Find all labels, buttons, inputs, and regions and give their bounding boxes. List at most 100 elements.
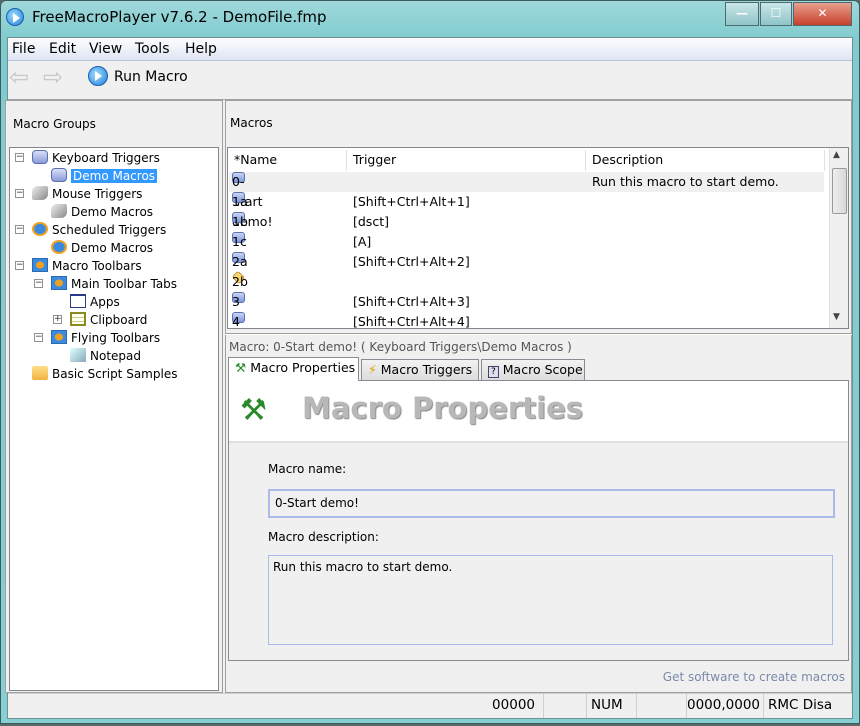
- menu-help[interactable]: Help: [185, 41, 217, 57]
- macro-groups-tree[interactable]: Keyboard Triggers − Demo Macros Mouse Trigg…: [9, 147, 219, 691]
- folder-icon: [32, 366, 48, 380]
- tree-item-label: Main Toolbar Tabs: [71, 277, 178, 291]
- tree-item[interactable]: Basic Script Samples: [32, 365, 177, 383]
- tree-item-label: Flying Toolbars: [71, 331, 161, 345]
- macro-name: 1a: [232, 194, 248, 209]
- column-header-trigger[interactable]: Trigger: [347, 150, 586, 171]
- column-header-description[interactable]: Description: [586, 150, 825, 171]
- expand-icon[interactable]: +: [53, 315, 62, 324]
- tools-icon: ⚒: [240, 393, 267, 428]
- cell-trigger: [dsct]: [353, 214, 389, 229]
- table-row[interactable]: 1b [dsct]: [229, 212, 824, 232]
- tree-item-label: Notepad: [90, 349, 141, 363]
- scroll-thumb[interactable]: [832, 168, 847, 214]
- table-row[interactable]: 4 [Shift+Ctrl+Alt+4]: [229, 312, 824, 332]
- collapse-icon[interactable]: −: [15, 189, 24, 198]
- macro-groups-title: Macro Groups: [13, 117, 96, 131]
- table-row[interactable]: 1c [A]: [229, 232, 824, 252]
- macro-description-textarea[interactable]: Run this macro to start demo.: [268, 555, 833, 645]
- tree-item[interactable]: Mouse Triggers: [32, 185, 142, 203]
- collapse-icon[interactable]: −: [15, 153, 24, 162]
- menu-edit[interactable]: Edit: [49, 41, 76, 57]
- macro-caption: Macro: 0-Start demo! ( Keyboard Triggers…: [229, 340, 572, 354]
- close-button[interactable]: ✕: [793, 2, 852, 26]
- tree-item[interactable]: Scheduled Triggers: [32, 221, 166, 239]
- tree-item-label: Keyboard Triggers: [52, 151, 160, 165]
- tab-label: Macro Scope: [502, 362, 583, 377]
- run-macro-button[interactable]: Run Macro: [114, 69, 188, 85]
- tree-item[interactable]: Apps: [70, 293, 120, 311]
- tree-item-label: Apps: [90, 295, 120, 309]
- cell-description: Run this macro to start demo.: [592, 174, 779, 189]
- column-header-name[interactable]: *Name: [228, 150, 347, 171]
- tree-item[interactable]: Flying Toolbars: [51, 329, 160, 347]
- tree-item[interactable]: Main Toolbar Tabs: [51, 275, 177, 293]
- alarm-clock-icon: [51, 240, 67, 254]
- keyboard-icon: [51, 168, 67, 182]
- tree-item[interactable]: Macro Toolbars: [32, 257, 142, 275]
- toolbar-icon: [51, 330, 67, 344]
- maximize-button[interactable]: ☐: [760, 2, 792, 26]
- alarm-clock-icon: [32, 222, 48, 236]
- toolbar: ⇦ ⇨ Run Macro: [8, 62, 852, 100]
- collapse-icon[interactable]: −: [34, 333, 43, 342]
- tools-icon: ⚒: [235, 360, 247, 375]
- table-row[interactable]: 2a [Shift+Ctrl+Alt+2]: [229, 252, 824, 272]
- tab-macro-properties[interactable]: ⚒ Macro Properties: [228, 357, 359, 381]
- status-rmc: RMC Disa: [768, 697, 833, 713]
- cell-trigger: [Shift+Ctrl+Alt+4]: [353, 314, 470, 329]
- table-row[interactable]: 0-Start demo! Run this macro to start dem…: [229, 172, 824, 229]
- tree-item[interactable]: Keyboard Triggers: [32, 149, 160, 167]
- app-icon: [6, 8, 24, 26]
- macro-name: 3: [232, 294, 240, 309]
- tree-item-label: Scheduled Triggers: [52, 223, 167, 237]
- tree-item[interactable]: Notepad: [70, 347, 141, 365]
- tree-item[interactable]: Demo Macros: [51, 203, 153, 221]
- collapse-icon[interactable]: −: [15, 261, 24, 270]
- scope-icon: ?: [488, 366, 499, 378]
- status-empty: [544, 694, 587, 718]
- cell-trigger: [Shift+Ctrl+Alt+3]: [353, 294, 470, 309]
- mouse-icon: [51, 204, 67, 218]
- forward-arrow-icon[interactable]: ⇨: [43, 65, 69, 89]
- tab-macro-scope[interactable]: ? Macro Scope: [481, 359, 585, 380]
- scroll-up-icon[interactable]: ▲: [833, 150, 840, 160]
- cell-trigger: [Shift+Ctrl+Alt+2]: [353, 254, 470, 269]
- macro-name-label: Macro name:: [268, 462, 347, 476]
- run-macro-icon[interactable]: [88, 66, 108, 86]
- tab-label: Macro Properties: [250, 360, 356, 375]
- tab-label: Macro Triggers: [380, 362, 473, 377]
- menu-file[interactable]: File: [12, 41, 35, 57]
- table-row[interactable]: 3 [Shift+Ctrl+Alt+3]: [229, 292, 824, 312]
- back-arrow-icon[interactable]: ⇦: [9, 65, 35, 89]
- menu-view[interactable]: View: [89, 41, 122, 57]
- tree-item[interactable]: Clipboard: [70, 311, 147, 329]
- status-counter: 00000: [470, 694, 544, 718]
- menu-tools[interactable]: Tools: [135, 41, 170, 57]
- toolbar-icon: [51, 276, 67, 290]
- tree-item-label: Demo Macros: [71, 169, 158, 183]
- clipboard-icon: [70, 312, 86, 326]
- collapse-icon[interactable]: −: [34, 279, 43, 288]
- table-row[interactable]: 1a [Shift+Ctrl+Alt+1]: [229, 192, 824, 212]
- cell-trigger: [A]: [353, 234, 372, 249]
- macro-name: 1b: [232, 214, 248, 229]
- get-software-link[interactable]: Get software to create macros: [663, 670, 845, 684]
- menu-bar: File Edit View Tools Help: [8, 38, 852, 61]
- tree-item[interactable]: Demo Macros: [51, 167, 158, 185]
- status-coordinates: 0000,0000: [687, 694, 764, 718]
- collapse-icon[interactable]: −: [15, 225, 24, 234]
- tree-item-label: Mouse Triggers: [52, 187, 143, 201]
- macros-scrollbar[interactable]: ▲ ▼: [829, 148, 848, 328]
- tab-macro-triggers[interactable]: ⚡ Macro Triggers: [361, 359, 479, 380]
- tree-item[interactable]: Demo Macros: [51, 239, 153, 257]
- cell-trigger: [Shift+Ctrl+Alt+1]: [353, 194, 470, 209]
- macro-name: 2b: [232, 274, 248, 289]
- macro-name-input[interactable]: 0-Start demo!: [268, 489, 835, 518]
- tree-item-label: Demo Macros: [71, 205, 154, 219]
- splitter[interactable]: [225, 333, 852, 335]
- minimize-button[interactable]: —: [725, 2, 759, 26]
- table-row[interactable]: 2b: [229, 270, 824, 292]
- scroll-down-icon[interactable]: ▼: [833, 312, 840, 322]
- tree-item-label: Demo Macros: [71, 241, 154, 255]
